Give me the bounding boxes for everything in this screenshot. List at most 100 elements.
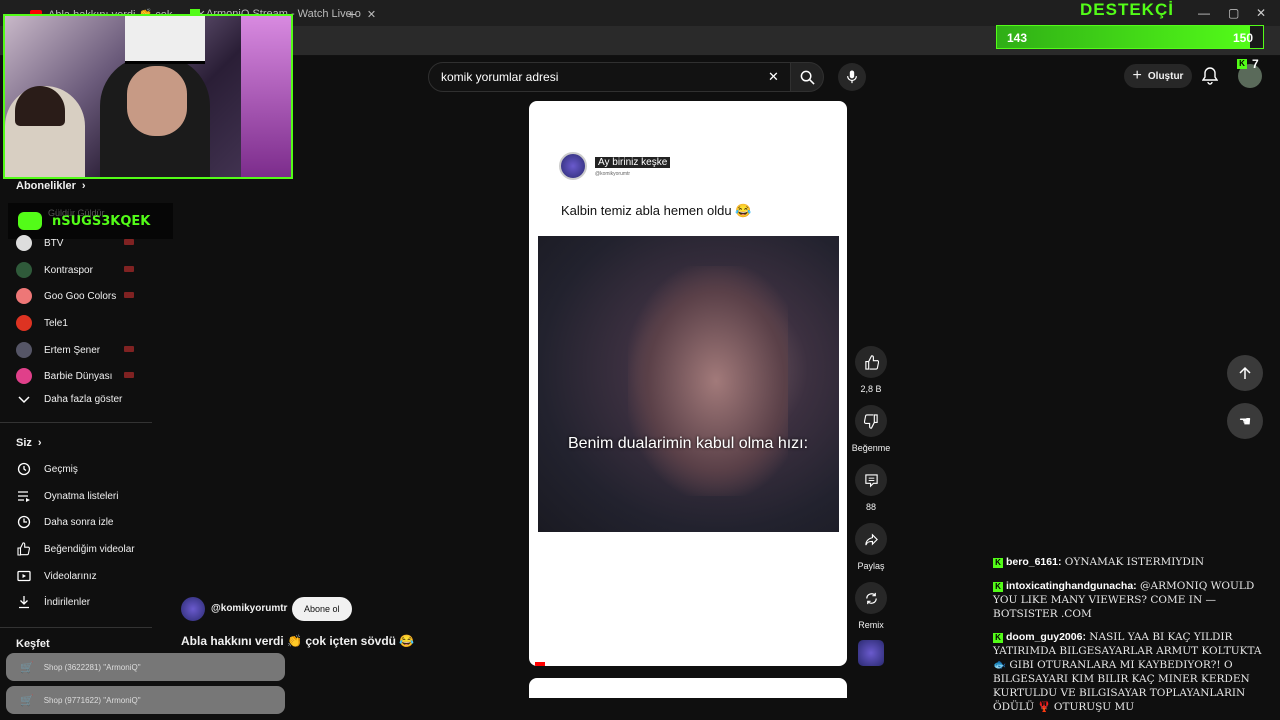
remix-action[interactable]: Remix xyxy=(852,582,890,630)
history-icon xyxy=(16,461,32,477)
chat-text: OYNAMAK ISTERMIYDIN xyxy=(1064,556,1205,568)
live-indicator-icon xyxy=(124,346,134,352)
sidebar-channel-item[interactable]: Ertem Şener xyxy=(16,340,152,360)
chat-text: NASIL YAA BI KAÇ YILDIR YATIRIMDA BILGES… xyxy=(993,631,1262,713)
voice-search-button[interactable] xyxy=(838,63,866,91)
divider xyxy=(0,627,152,628)
chevron-right-icon: › xyxy=(81,180,86,192)
discord-icon xyxy=(18,212,42,230)
maximize-icon[interactable]: ▢ xyxy=(1228,6,1239,20)
goal-bar-fill xyxy=(997,26,1251,48)
create-button[interactable]: + Oluştur xyxy=(1124,64,1192,88)
next-short-card[interactable] xyxy=(529,678,847,698)
new-tab-button[interactable]: + xyxy=(348,4,356,24)
previous-short-button[interactable] xyxy=(1227,355,1263,391)
sidebar-item[interactable]: Daha sonra izle xyxy=(16,512,113,532)
short-title: Abla hakkını verdi 👏 çok içten sövdü 😂 xyxy=(181,634,415,648)
you-title: Siz xyxy=(16,437,32,449)
channel-avatar xyxy=(16,315,32,331)
share-button[interactable] xyxy=(855,523,887,555)
shop-notice: 🛒 Shop (9771622) "ArmoniQ" xyxy=(6,686,285,714)
comment-count: 88 xyxy=(865,502,876,512)
hand-cursor-icon: ☚ xyxy=(1238,412,1252,429)
search-input[interactable]: komik yorumlar adresi xyxy=(428,62,792,92)
channel-avatar xyxy=(16,235,32,251)
dislike-action[interactable]: Beğenme xyxy=(852,405,890,453)
channel-avatar xyxy=(16,288,32,304)
create-label: Oluştur xyxy=(1147,70,1184,82)
download-icon xyxy=(16,594,32,610)
sidebar-item-label: Daha sonra izle xyxy=(44,516,114,528)
channel-avatar xyxy=(16,262,32,278)
sidebar-item-label: Oynatma listeleri xyxy=(44,490,119,502)
chat-message: Kbero_6161: OYNAMAK ISTERMIYDIN xyxy=(993,555,1273,569)
sidebar-channel-item[interactable]: Barbie Dünyası xyxy=(16,366,152,386)
chat-user: doom_guy2006: xyxy=(1006,631,1086,643)
window-close-icon[interactable]: ✕ xyxy=(1256,6,1266,20)
sidebar-item[interactable]: Geçmiş xyxy=(16,459,78,479)
post-text: Kalbin temiz abla hemen oldu 😂 xyxy=(561,203,752,218)
next-short-button[interactable]: ☚ xyxy=(1227,403,1263,439)
poster xyxy=(125,16,205,64)
live-indicator-icon xyxy=(124,239,134,245)
post-author: Ay biriniz keşke xyxy=(595,157,671,168)
comments-action[interactable]: 88 xyxy=(852,464,890,512)
share-action[interactable]: Paylaş xyxy=(852,523,890,571)
channel-name: Kontraspor xyxy=(44,264,93,276)
like-count: 2,8 B xyxy=(860,384,882,394)
close-icon[interactable]: ✕ xyxy=(367,8,376,21)
sidebar-item[interactable]: Beğendiğim videolar xyxy=(16,539,135,559)
minimize-icon[interactable]: — xyxy=(1198,6,1210,20)
share-icon xyxy=(864,532,878,546)
shop-text: Shop (3622281) "ArmoniQ" xyxy=(43,662,141,672)
kick-count-badge: K 7 xyxy=(1237,57,1259,71)
search-button[interactable] xyxy=(790,62,824,92)
led-light xyxy=(241,16,291,177)
sidebar-item[interactable]: Oynatma listeleri xyxy=(16,486,118,506)
clear-search-icon[interactable]: ✕ xyxy=(768,69,779,85)
short-video-card[interactable]: Ay biriniz keşke @komikyorumtr Kalbin te… xyxy=(529,101,847,666)
subscriptions-heading[interactable]: Abonelikler › xyxy=(16,180,86,192)
sidebar-channel-item[interactable]: Tele1 xyxy=(16,313,152,333)
playlist-icon xyxy=(16,488,32,504)
show-more-label: Daha fazla göster xyxy=(44,393,123,405)
like-icon xyxy=(16,541,32,557)
comments-button[interactable] xyxy=(855,464,887,496)
arrow-up-icon xyxy=(1239,366,1251,379)
like-action[interactable]: 2,8 B xyxy=(852,346,890,394)
like-button[interactable] xyxy=(855,346,887,378)
kick-badge-icon: K xyxy=(993,582,1003,592)
goal-title: DESTEKÇİ xyxy=(1080,0,1174,19)
sidebar-channel-item[interactable]: Goo Goo Colors xyxy=(16,286,152,306)
thumbs-up-icon xyxy=(864,354,879,370)
post-handle: @komikyorumtr xyxy=(595,171,631,177)
live-indicator-icon xyxy=(124,292,134,298)
cart-icon: 🛒 xyxy=(20,694,34,707)
bell-icon xyxy=(1201,67,1219,85)
sidebar-item-label: Videolarınız xyxy=(44,570,97,582)
mic-icon xyxy=(847,70,857,84)
channel-handle[interactable]: @komikyorumtr xyxy=(211,603,287,614)
post-avatar xyxy=(559,152,587,180)
dislike-button[interactable] xyxy=(855,405,887,437)
video-frame[interactable]: Benim dualarimin kabul olma hızı: xyxy=(538,236,839,532)
remix-button[interactable] xyxy=(855,582,887,614)
subscriptions-title: Abonelikler xyxy=(16,180,76,192)
notifications-button[interactable] xyxy=(1201,67,1219,90)
you-heading[interactable]: Siz › xyxy=(16,437,42,449)
kick-badge-icon: K xyxy=(993,558,1003,568)
channel-avatar xyxy=(16,342,32,358)
channel-avatar[interactable] xyxy=(181,597,205,621)
subscribe-button[interactable]: Abone ol xyxy=(292,597,352,621)
chat-message: Kintoxicatinghandgunacha: @ARMONIQ WOULD… xyxy=(993,579,1273,621)
sidebar-item[interactable]: Videolarınız xyxy=(16,566,97,586)
shop-text: Shop (9771622) "ArmoniQ" xyxy=(43,695,141,705)
sidebar-channel-item[interactable]: BTV xyxy=(16,233,152,253)
divider xyxy=(0,422,152,423)
show-more-button[interactable]: Daha fazla göster xyxy=(16,389,122,409)
chevron-down-icon xyxy=(16,391,32,407)
sound-thumbnail[interactable] xyxy=(858,640,884,666)
channel-name: Ertem Şener xyxy=(44,344,101,356)
sidebar-channel-item[interactable]: Kontraspor xyxy=(16,260,152,280)
sidebar-item[interactable]: İndirilenler xyxy=(16,592,90,612)
